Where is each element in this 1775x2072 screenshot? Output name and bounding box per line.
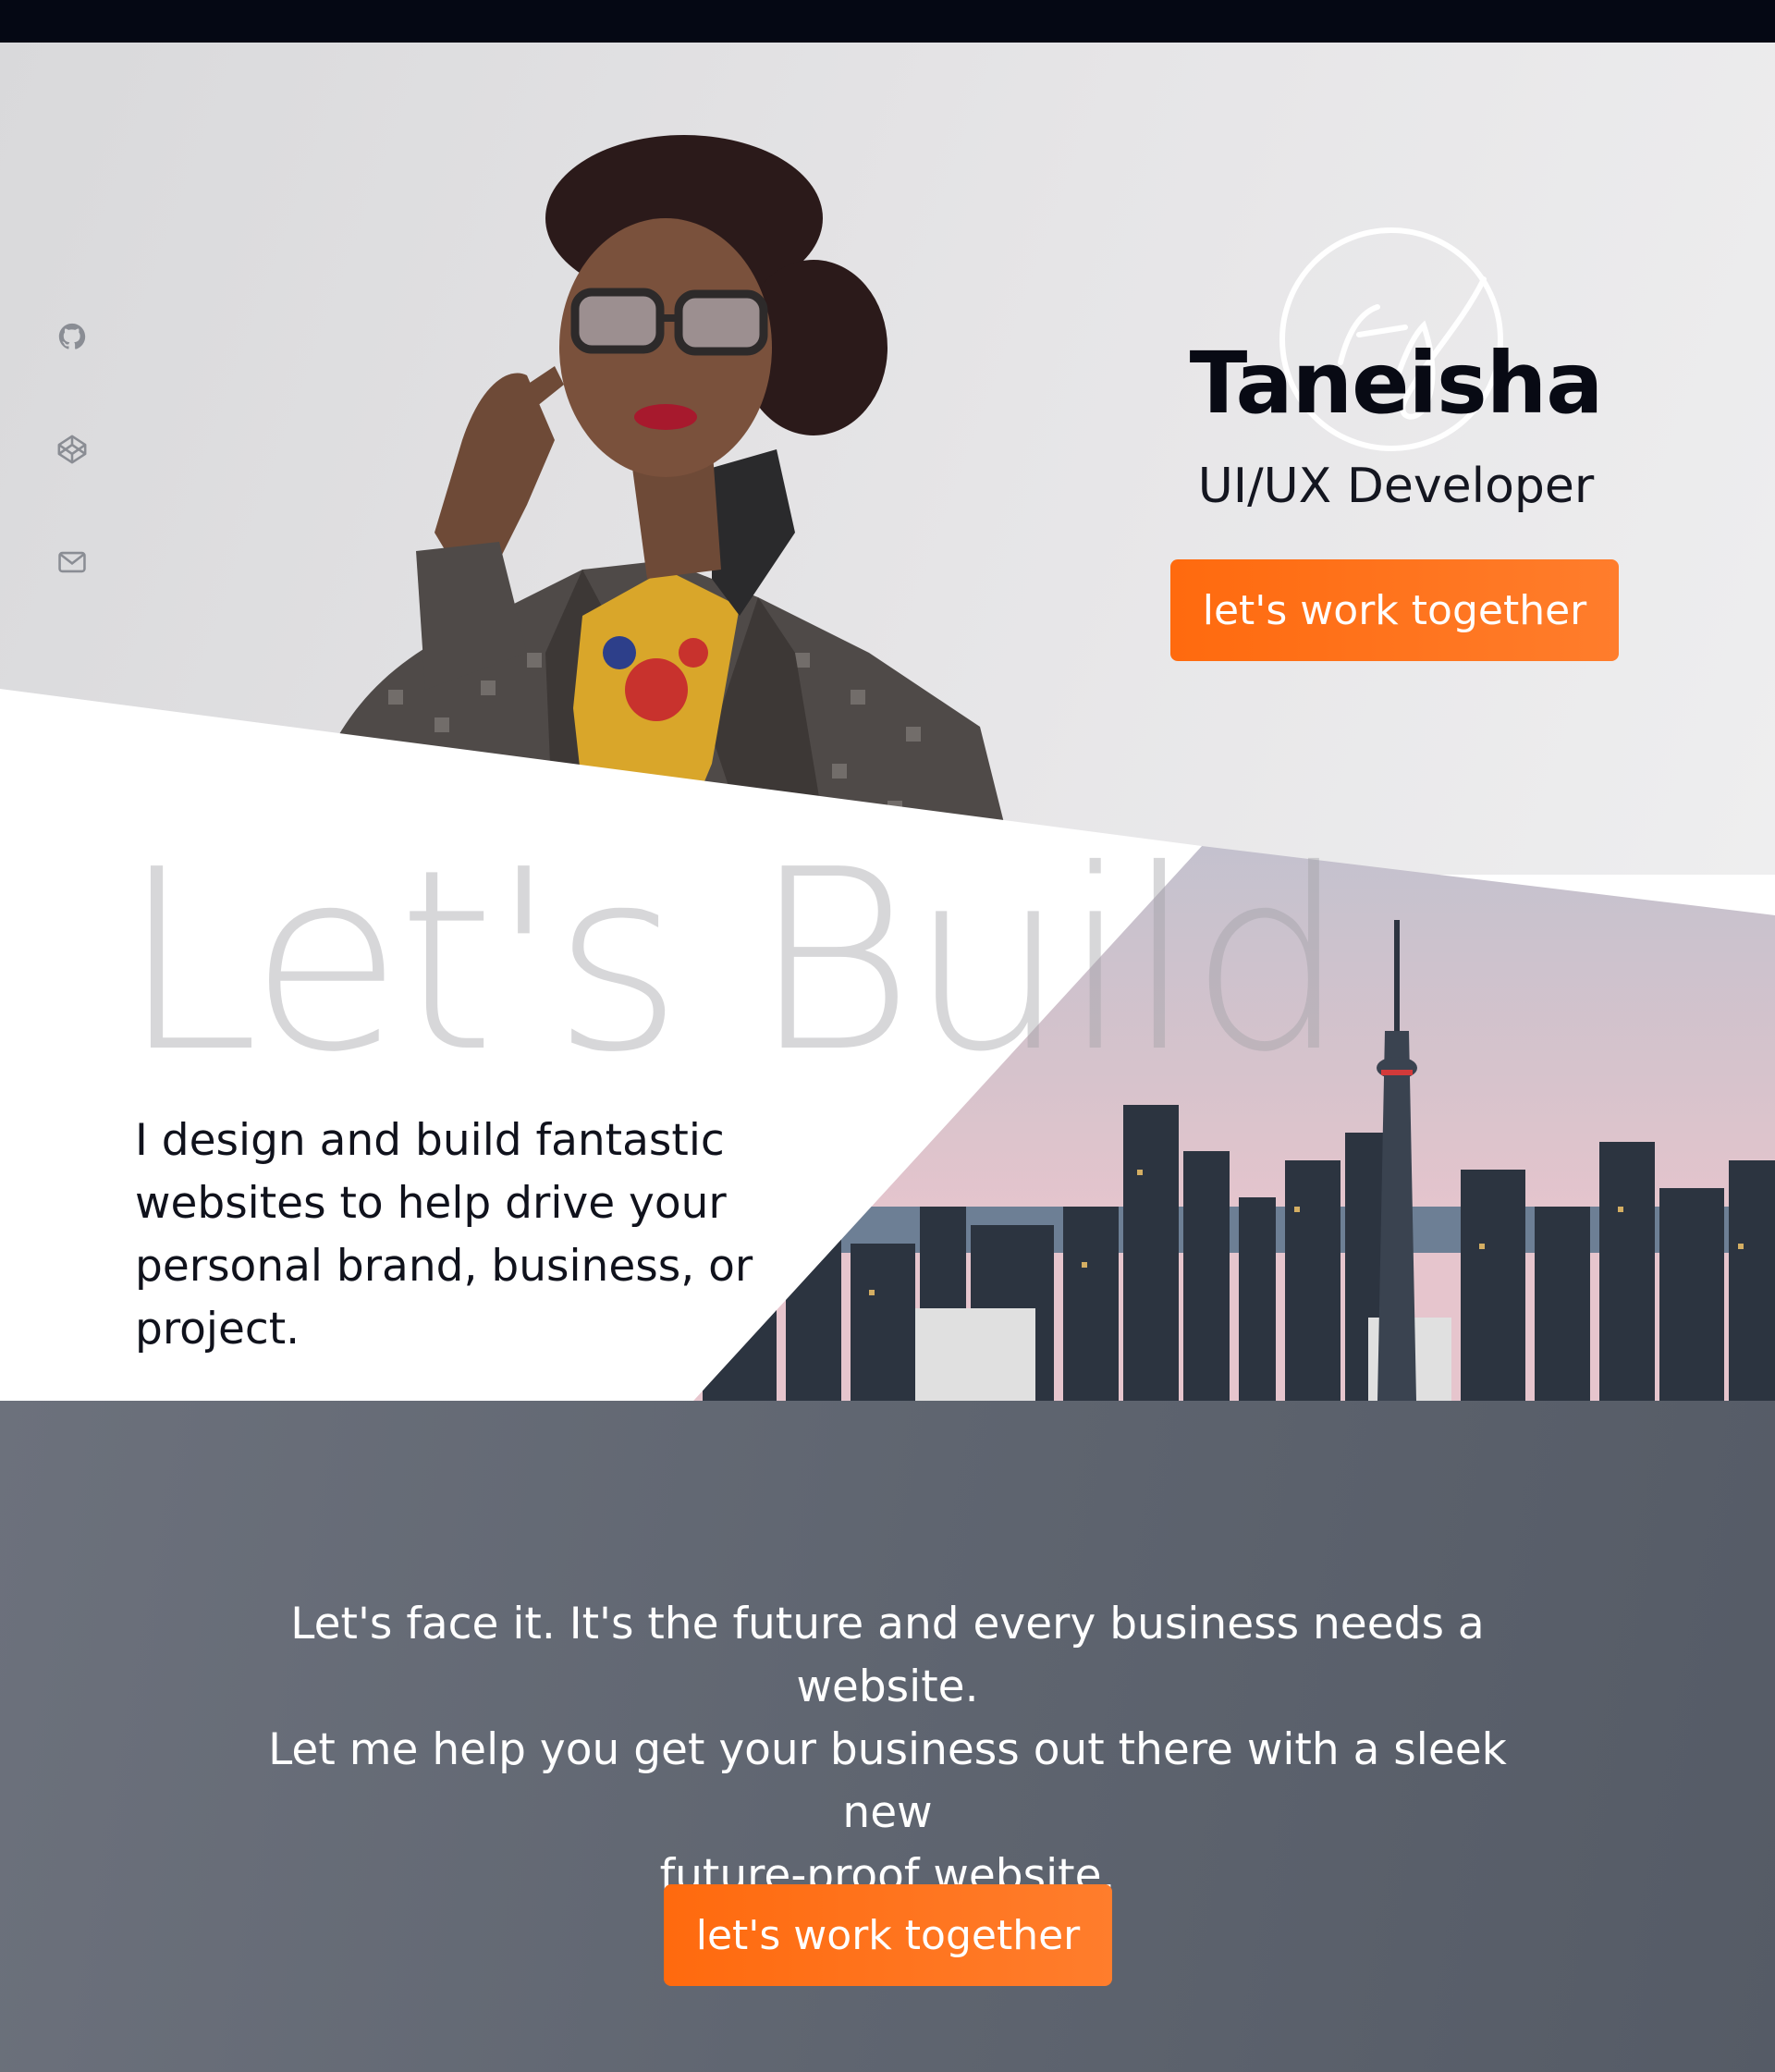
pitch-section: Let's face it. It's the future and every… [0, 1401, 1775, 2072]
brand-name: Taneisha [1189, 334, 1604, 433]
pitch-line-2: Let me help you get your business out th… [268, 1724, 1507, 1838]
mail-icon [58, 551, 86, 573]
email-link[interactable] [55, 546, 89, 579]
pitch-text: Let's face it. It's the future and every… [222, 1593, 1553, 1907]
codepen-icon [57, 435, 87, 464]
top-bar [0, 0, 1775, 43]
github-icon [58, 323, 86, 349]
build-section: Let's Build I design and build fantastic… [0, 689, 1775, 1401]
pitch-line-1: Let's face it. It's the future and every… [290, 1599, 1485, 1712]
codepen-link[interactable] [55, 433, 89, 466]
brand-role: UI/UX Developer [1197, 459, 1595, 514]
work-together-button-bottom[interactable]: let's work together [664, 1884, 1112, 1986]
work-together-button-top[interactable]: let's work together [1170, 559, 1619, 661]
build-description: I design and build fantastic websites to… [135, 1115, 753, 1355]
portfolio-page: Taneisha UI/UX Developer let's work toge… [0, 0, 1775, 2072]
lets-build-heading: Let's Build [120, 815, 1348, 1107]
github-link[interactable] [55, 320, 89, 353]
hero-brand: Taneisha UI/UX Developer let's work toge… [1146, 181, 1646, 699]
social-links [54, 320, 91, 579]
